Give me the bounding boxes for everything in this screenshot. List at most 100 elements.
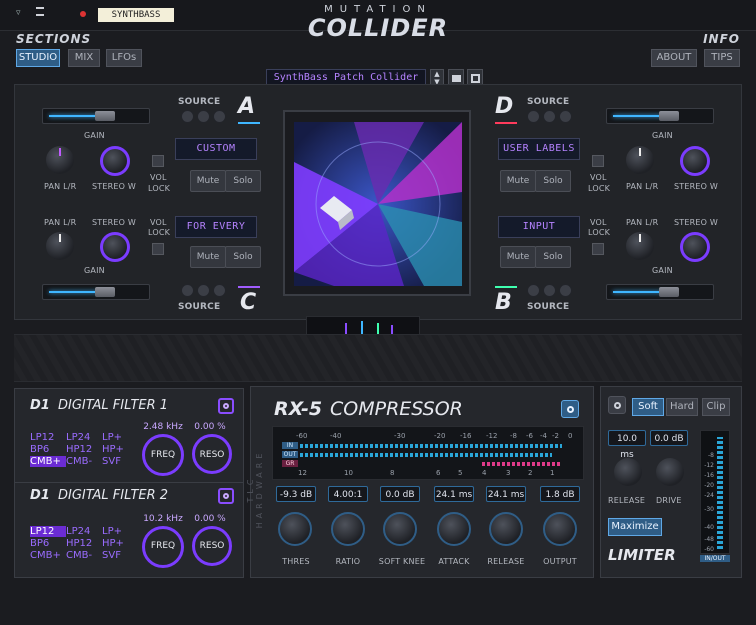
filter2-type[interactable]: CMB+ [30,550,66,561]
source-d-slot-2[interactable] [543,110,556,123]
lock-label-c: LOCK [148,228,171,237]
source-d-slot-1[interactable] [527,110,540,123]
filter2-type[interactable]: BP6 [30,538,66,549]
source-a-slot-1[interactable] [181,110,194,123]
attack-knob[interactable] [437,512,471,546]
gain-slider-b[interactable] [606,284,714,300]
filter1-type[interactable]: LP24 [66,432,102,443]
filter1-type[interactable]: BP6 [30,444,66,455]
source-d-slot-3[interactable] [559,110,572,123]
output-knob[interactable] [543,512,577,546]
menu-icon[interactable] [36,7,44,16]
source-c-letter: C [240,290,257,315]
tab-mix[interactable]: MIX [68,49,100,67]
threshold-knob[interactable] [278,512,312,546]
filter2-power-icon[interactable] [218,488,234,504]
source-c-slot-1[interactable] [181,284,194,297]
filter1-power-icon[interactable] [218,398,234,414]
maximize-button[interactable]: Maximize [608,518,662,536]
limiter-release-readout[interactable]: 10.0 ms [608,430,646,460]
mute-button-c[interactable]: Mute [190,246,226,268]
gain-slider-a[interactable] [42,108,150,124]
filter1-type[interactable]: CMB- [66,456,102,467]
filter2-type[interactable]: LP24 [66,526,102,537]
limiter-clip-button[interactable]: Clip [702,398,730,416]
filter1-type[interactable]: LP+ [102,432,130,443]
filter1-type[interactable]: HP+ [102,444,130,455]
attack-readout[interactable]: 24.1 ms [434,486,474,502]
filter1-type[interactable]: HP12 [66,444,102,455]
stereo-knob-a[interactable] [100,146,130,176]
limiter-tick: -60 [704,546,714,553]
source-a-display[interactable]: CUSTOM [175,138,257,160]
filter2-type-selected[interactable]: LP12 [30,526,66,537]
tips-button[interactable]: TIPS [704,49,740,67]
record-icon[interactable] [80,11,86,17]
limiter-drive-readout[interactable]: 0.0 dB [650,430,688,446]
scale-tick: -16 [460,432,472,440]
release-knob[interactable] [489,512,523,546]
mute-button-a[interactable]: Mute [190,170,226,192]
mute-button-d[interactable]: Mute [500,170,536,192]
gain-slider-d[interactable] [606,108,714,124]
source-b-display[interactable]: INPUT [498,216,580,238]
filter1-type[interactable]: SVF [102,456,130,467]
source-b-slot-2[interactable] [543,284,556,297]
limiter-release-knob[interactable] [614,458,642,486]
about-button[interactable]: ABOUT [651,49,697,67]
limiter-hard-button[interactable]: Hard [666,398,698,416]
source-a-slot-3[interactable] [213,110,226,123]
solo-button-d[interactable]: Solo [535,170,571,192]
ratio-knob[interactable] [331,512,365,546]
pan-knob-c[interactable] [46,232,74,260]
release-readout[interactable]: 24.1 ms [486,486,526,502]
limiter-power-icon[interactable] [608,396,626,414]
stereo-knob-b[interactable] [680,232,710,262]
vol-lock-toggle-c[interactable] [152,243,164,255]
output-readout[interactable]: 1.8 dB [540,486,580,502]
solo-button-c[interactable]: Solo [225,246,261,268]
mute-button-b[interactable]: Mute [500,246,536,268]
source-a-slot-2[interactable] [197,110,210,123]
compressor-power-icon[interactable] [561,400,579,418]
threshold-readout[interactable]: -9.3 dB [276,486,316,502]
gain-slider-c[interactable] [42,284,150,300]
pan-knob-a[interactable] [46,146,74,174]
tab-studio[interactable]: STUDIO [16,49,60,67]
source-c-display[interactable]: FOR EVERY [175,216,257,238]
xy-pad[interactable] [294,122,462,286]
filter2-type[interactable]: HP12 [66,538,102,549]
scale-tick: 12 [298,469,307,477]
limiter-soft-button[interactable]: Soft [632,398,664,416]
stereo-knob-d[interactable] [680,146,710,176]
stereo-knob-c[interactable] [100,232,130,262]
lock-label-d: LOCK [588,184,611,193]
source-d-display[interactable]: USER LABELS [498,138,580,160]
solo-button-b[interactable]: Solo [535,246,571,268]
collapse-icon[interactable]: ▿ [16,8,21,18]
limiter-drive-knob[interactable] [656,458,684,486]
filter2-type[interactable]: CMB- [66,550,102,561]
source-b-slot-1[interactable] [527,284,540,297]
vol-lock-toggle-a[interactable] [152,155,164,167]
solo-button-a[interactable]: Solo [225,170,261,192]
pan-knob-d[interactable] [626,146,654,174]
filter2-type[interactable]: LP+ [102,526,130,537]
soft-knee-readout[interactable]: 0.0 dB [380,486,420,502]
source-b-slot-3[interactable] [559,284,572,297]
ratio-readout[interactable]: 4.00:1 [328,486,368,502]
sections-label: SECTIONS [16,32,92,46]
output-label: OUTPUT [543,557,577,566]
source-c-slot-2[interactable] [197,284,210,297]
filter1-type-selected[interactable]: CMB+ [30,456,66,467]
tab-lfos[interactable]: LFOs [106,49,142,67]
vol-lock-toggle-d[interactable] [592,155,604,167]
preset-badge[interactable]: SYNTHBASS [98,8,174,22]
pan-knob-b[interactable] [626,232,654,260]
filter1-type[interactable]: LP12 [30,432,66,443]
filter2-type[interactable]: HP+ [102,538,130,549]
source-c-slot-3[interactable] [213,284,226,297]
vol-lock-toggle-b[interactable] [592,243,604,255]
soft-knee-knob[interactable] [383,512,417,546]
filter2-type[interactable]: SVF [102,550,130,561]
